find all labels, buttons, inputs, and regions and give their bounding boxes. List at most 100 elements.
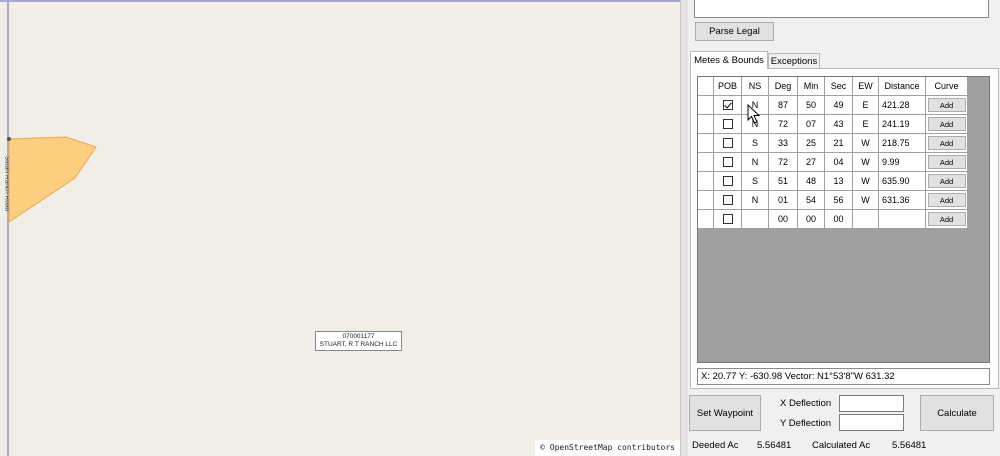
parcel-polygon[interactable]: [0, 0, 120, 240]
ew-cell[interactable]: W: [853, 172, 879, 191]
tab-metes-bounds[interactable]: Metes & Bounds: [690, 51, 768, 69]
pob-checkbox[interactable]: [722, 157, 733, 167]
min-cell[interactable]: 48: [798, 172, 825, 191]
set-waypoint-button[interactable]: Set Waypoint: [689, 395, 761, 431]
distance-cell[interactable]: 9.99: [879, 153, 926, 172]
add-curve-button[interactable]: Add: [927, 193, 966, 207]
column-header-sec[interactable]: Sec: [825, 77, 853, 96]
metes-bounds-grid[interactable]: POB NS Deg Min Sec EW Distance Curve N 87…: [697, 76, 990, 363]
sec-cell[interactable]: 00: [825, 210, 853, 229]
distance-cell[interactable]: 218.75: [879, 134, 926, 153]
min-cell[interactable]: 27: [798, 153, 825, 172]
sec-cell[interactable]: 43: [825, 115, 853, 134]
ns-cell[interactable]: S: [742, 172, 769, 191]
calculate-button[interactable]: Calculate: [920, 395, 994, 431]
parse-legal-button[interactable]: Parse Legal: [695, 22, 774, 41]
parcel-id: 070001177: [342, 333, 375, 340]
add-curve-button[interactable]: Add: [927, 212, 966, 226]
row-selector[interactable]: [698, 191, 714, 210]
distance-cell[interactable]: [879, 210, 926, 229]
add-curve-button[interactable]: Add: [927, 98, 966, 112]
deg-cell[interactable]: 51: [769, 172, 798, 191]
add-curve-button[interactable]: Add: [927, 117, 966, 131]
distance-cell[interactable]: 635.90: [879, 172, 926, 191]
table-row[interactable]: N 72 27 04 W 9.99 Add: [698, 153, 968, 172]
row-selector[interactable]: [698, 172, 714, 191]
pob-checkbox[interactable]: [722, 214, 733, 224]
table-row[interactable]: N 87 50 49 E 421.28 Add: [698, 96, 968, 115]
column-header-min[interactable]: Min: [798, 77, 825, 96]
map-view[interactable]: Stuart Ranch Road 070001177 STUART, R T …: [0, 0, 680, 456]
table-row[interactable]: S 51 48 13 W 635.90 Add: [698, 172, 968, 191]
sec-cell[interactable]: 13: [825, 172, 853, 191]
x-deflection-input[interactable]: [839, 395, 904, 412]
row-selector[interactable]: [698, 153, 714, 172]
row-selector[interactable]: [698, 210, 714, 229]
column-header-ns[interactable]: NS: [742, 77, 769, 96]
pob-cell[interactable]: [714, 134, 742, 153]
row-selector[interactable]: [698, 134, 714, 153]
row-selector[interactable]: [698, 115, 714, 134]
column-header-pob[interactable]: POB: [714, 77, 742, 96]
pob-checkbox[interactable]: [722, 138, 733, 148]
pob-checkbox[interactable]: [722, 100, 733, 110]
sec-cell[interactable]: 04: [825, 153, 853, 172]
map-attribution[interactable]: © OpenStreetMap contributors: [535, 440, 680, 456]
ns-cell[interactable]: N: [742, 191, 769, 210]
curve-cell: Add: [926, 134, 968, 153]
ew-cell[interactable]: E: [853, 115, 879, 134]
pob-cell[interactable]: [714, 115, 742, 134]
table-row[interactable]: 00 00 00 Add: [698, 210, 968, 229]
sec-cell[interactable]: 21: [825, 134, 853, 153]
pob-cell[interactable]: [714, 210, 742, 229]
deg-cell[interactable]: 33: [769, 134, 798, 153]
column-header-ew[interactable]: EW: [853, 77, 879, 96]
splitter[interactable]: [680, 0, 688, 456]
table-row[interactable]: N 72 07 43 E 241.19 Add: [698, 115, 968, 134]
column-header-deg[interactable]: Deg: [769, 77, 798, 96]
min-cell[interactable]: 54: [798, 191, 825, 210]
ew-cell[interactable]: W: [853, 191, 879, 210]
deg-cell[interactable]: 00: [769, 210, 798, 229]
deg-cell[interactable]: 72: [769, 153, 798, 172]
pob-checkbox[interactable]: [722, 195, 733, 205]
distance-cell[interactable]: 241.19: [879, 115, 926, 134]
min-cell[interactable]: 50: [798, 96, 825, 115]
x-deflection-label: X Deflection: [780, 398, 832, 409]
pob-checkbox[interactable]: [722, 176, 733, 186]
add-curve-button[interactable]: Add: [927, 174, 966, 188]
pob-cell[interactable]: [714, 96, 742, 115]
deg-cell[interactable]: 87: [769, 96, 798, 115]
ew-cell[interactable]: W: [853, 134, 879, 153]
table-row[interactable]: N 01 54 56 W 631.36 Add: [698, 191, 968, 210]
ns-cell[interactable]: S: [742, 134, 769, 153]
add-curve-button[interactable]: Add: [927, 155, 966, 169]
ns-cell[interactable]: [742, 210, 769, 229]
legal-description-textbox[interactable]: [694, 0, 989, 18]
sec-cell[interactable]: 49: [825, 96, 853, 115]
ns-cell[interactable]: N: [742, 153, 769, 172]
pob-cell[interactable]: [714, 191, 742, 210]
pob-cell[interactable]: [714, 172, 742, 191]
min-cell[interactable]: 00: [798, 210, 825, 229]
deg-cell[interactable]: 72: [769, 115, 798, 134]
ew-cell[interactable]: [853, 210, 879, 229]
tab-exceptions[interactable]: Exceptions: [768, 53, 820, 69]
pob-checkbox[interactable]: [722, 119, 733, 129]
min-cell[interactable]: 07: [798, 115, 825, 134]
column-header-distance[interactable]: Distance: [879, 77, 926, 96]
table-row[interactable]: S 33 25 21 W 218.75 Add: [698, 134, 968, 153]
ew-cell[interactable]: W: [853, 153, 879, 172]
pob-cell[interactable]: [714, 153, 742, 172]
ew-cell[interactable]: E: [853, 96, 879, 115]
deg-cell[interactable]: 01: [769, 191, 798, 210]
sec-cell[interactable]: 56: [825, 191, 853, 210]
min-cell[interactable]: 25: [798, 134, 825, 153]
row-selector[interactable]: [698, 96, 714, 115]
column-header-curve[interactable]: Curve: [926, 77, 968, 96]
y-deflection-input[interactable]: [839, 414, 904, 431]
add-curve-button[interactable]: Add: [927, 136, 966, 150]
distance-cell[interactable]: 421.28: [879, 96, 926, 115]
mouse-cursor-icon: [747, 104, 761, 124]
distance-cell[interactable]: 631.36: [879, 191, 926, 210]
